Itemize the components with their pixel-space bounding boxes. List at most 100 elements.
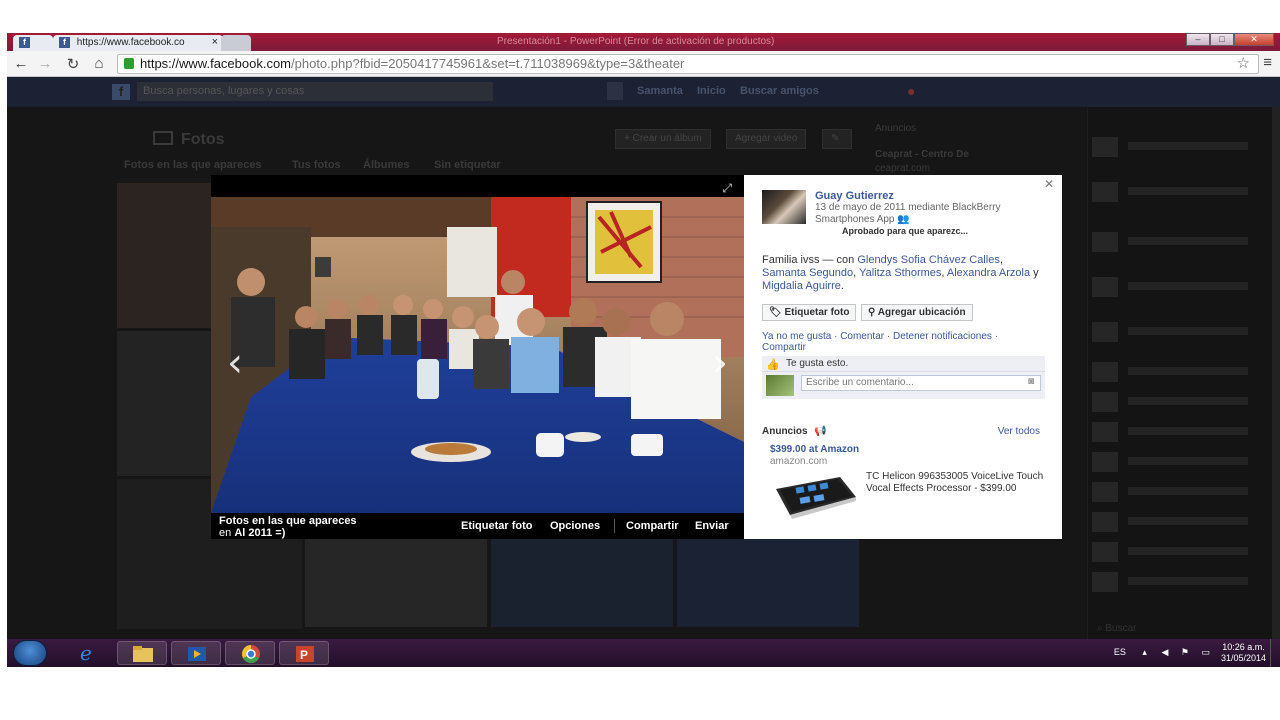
windows-taskbar: e P ES ▴ ◀ ⚑ ▭ 10:26 a.m. 31/05/2014 bbox=[7, 639, 1280, 667]
tagged-person-link[interactable]: Samanta Segundo bbox=[762, 267, 853, 279]
photo-thumbnail[interactable] bbox=[677, 539, 859, 627]
photo-thumbnail[interactable] bbox=[305, 539, 487, 627]
author-avatar[interactable] bbox=[762, 190, 806, 224]
previous-photo-chevron-icon[interactable]: ‹ bbox=[227, 343, 243, 383]
subtab-albums[interactable]: Álbumes bbox=[363, 159, 409, 171]
page-title-text: Fotos bbox=[181, 131, 225, 148]
chat-item[interactable] bbox=[1092, 322, 1272, 344]
add-video-button[interactable]: Agregar video bbox=[726, 129, 807, 149]
tagged-person-link[interactable]: Glendys Sofia Chávez Calles bbox=[857, 254, 999, 266]
chat-item[interactable] bbox=[1092, 392, 1272, 414]
chat-item[interactable] bbox=[1092, 512, 1272, 534]
reload-icon[interactable]: ↻ bbox=[63, 55, 83, 73]
chat-avatar bbox=[1092, 322, 1118, 342]
chat-item[interactable] bbox=[1092, 572, 1272, 594]
chat-item[interactable] bbox=[1092, 362, 1272, 384]
options-link[interactable]: Opciones bbox=[550, 520, 600, 532]
taskbar-media-player[interactable] bbox=[171, 641, 221, 665]
photo-image[interactable] bbox=[211, 197, 744, 513]
action-center-flag-icon[interactable]: ⚑ bbox=[1181, 647, 1189, 657]
send-link[interactable]: Enviar bbox=[695, 520, 729, 532]
find-friends-link[interactable]: Buscar amigos bbox=[740, 85, 819, 97]
chat-item[interactable] bbox=[1092, 232, 1272, 254]
subtab-untagged[interactable]: Sin etiquetar bbox=[434, 159, 501, 171]
chat-item[interactable] bbox=[1092, 182, 1272, 204]
tagged-person-link[interactable]: Yalitza Sthormes bbox=[859, 267, 941, 279]
tagged-person-link[interactable]: Alexandra Arzola bbox=[947, 267, 1030, 279]
page-scrollbar[interactable] bbox=[1272, 107, 1280, 639]
camera-icon[interactable]: ◙ bbox=[1028, 376, 1034, 387]
subtab-your-photos[interactable]: Tus fotos bbox=[292, 159, 341, 171]
volume-icon[interactable]: ◀ bbox=[1161, 647, 1168, 657]
chat-item[interactable] bbox=[1092, 137, 1272, 159]
close-window-button[interactable]: ✕ bbox=[1234, 33, 1274, 46]
chrome-menu-icon[interactable]: ≡ bbox=[1263, 54, 1272, 71]
chat-search-input[interactable]: ⌕ Buscar bbox=[1097, 623, 1137, 634]
dimmed-ad-domain: ceaprat.com bbox=[875, 163, 931, 174]
profile-link[interactable]: Samanta bbox=[637, 85, 683, 97]
post-actions[interactable]: Ya no me gusta · Comentar · Detener noti… bbox=[762, 331, 1032, 353]
forward-icon[interactable]: → bbox=[35, 55, 55, 72]
svg-text:P: P bbox=[300, 648, 308, 662]
facebook-logo-icon[interactable]: f bbox=[112, 84, 130, 100]
minimize-button[interactable]: – bbox=[1186, 33, 1210, 46]
tab-close-icon[interactable]: × bbox=[212, 36, 218, 48]
comment-input[interactable]: Escribe un comentario... ◙ bbox=[801, 375, 1041, 391]
ad-product-image[interactable] bbox=[770, 469, 860, 523]
author-name-link[interactable]: Guay Gutierrez bbox=[815, 190, 894, 202]
facebook-search-input[interactable]: Busca personas, lugares y cosas bbox=[137, 82, 493, 101]
tag-photo-button[interactable]: 🏷 Etiquetar foto bbox=[762, 304, 857, 321]
chat-text bbox=[1128, 427, 1248, 435]
new-tab-button[interactable] bbox=[221, 35, 251, 51]
home-icon[interactable]: ⌂ bbox=[89, 55, 109, 72]
taskbar-powerpoint[interactable]: P bbox=[279, 641, 329, 665]
chat-item[interactable] bbox=[1092, 277, 1272, 299]
ad-title-link[interactable]: $399.00 at Amazon bbox=[770, 444, 859, 455]
expand-icon[interactable]: ⤢ bbox=[722, 181, 732, 196]
photo-thumbnail[interactable] bbox=[117, 331, 212, 476]
taskbar-internet-explorer[interactable]: e bbox=[63, 641, 113, 665]
network-icon[interactable]: ▭ bbox=[1201, 647, 1210, 657]
photo-side-panel: ✕ Guay Gutierrez 13 de mayo de 2011 medi… bbox=[744, 175, 1062, 539]
taskbar-chrome[interactable] bbox=[225, 641, 275, 665]
photo-thumbnail[interactable] bbox=[117, 183, 212, 328]
show-desktop-button[interactable] bbox=[1270, 639, 1280, 667]
album-link[interactable]: Al 2011 =) bbox=[234, 527, 285, 539]
chat-text bbox=[1128, 187, 1248, 195]
chat-avatar bbox=[1092, 392, 1118, 412]
friends-audience-icon[interactable]: 👥 bbox=[897, 214, 909, 225]
clock[interactable]: 10:26 a.m. 31/05/2014 bbox=[1221, 642, 1266, 664]
tab-facebook-pinned[interactable]: f bbox=[13, 35, 53, 51]
language-indicator[interactable]: ES bbox=[1114, 647, 1126, 657]
chat-item[interactable] bbox=[1092, 482, 1272, 504]
album-context-label[interactable]: Fotos en las que apareces bbox=[219, 515, 357, 527]
tab-facebook-photo[interactable]: f https://www.facebook.co × bbox=[53, 35, 223, 51]
voice-processor-image bbox=[776, 477, 856, 519]
home-link[interactable]: Inicio bbox=[697, 85, 726, 97]
subtab-photos-of-you[interactable]: Fotos en las que apareces bbox=[124, 159, 262, 171]
chat-item[interactable] bbox=[1092, 452, 1272, 474]
add-location-button[interactable]: ⚲ Agregar ubicación bbox=[861, 304, 973, 321]
back-icon[interactable]: ← bbox=[11, 55, 31, 72]
close-icon[interactable]: ✕ bbox=[1044, 177, 1054, 191]
start-button[interactable] bbox=[13, 640, 47, 666]
chat-item[interactable] bbox=[1092, 542, 1272, 564]
address-bar[interactable]: https://www.facebook.com/photo.php?fbid=… bbox=[117, 54, 1259, 74]
edit-pencil-icon[interactable]: ✎ bbox=[822, 129, 852, 149]
photo-thumbnail[interactable] bbox=[491, 539, 673, 627]
tag-photo-link[interactable]: Etiquetar foto bbox=[461, 520, 533, 532]
notifications-icon[interactable]: ● bbox=[907, 83, 915, 99]
chat-avatar bbox=[1092, 452, 1118, 472]
share-link[interactable]: Compartir bbox=[626, 520, 679, 532]
next-photo-chevron-icon[interactable]: › bbox=[712, 343, 728, 383]
show-hidden-icons-icon[interactable]: ▴ bbox=[1142, 647, 1147, 657]
tagged-person-link[interactable]: Migdalia Aguirre bbox=[762, 280, 841, 292]
maximize-button[interactable]: □ bbox=[1210, 33, 1234, 46]
taskbar-file-explorer[interactable] bbox=[117, 641, 167, 665]
chat-item[interactable] bbox=[1092, 422, 1272, 444]
bookmark-star-icon[interactable]: ☆ bbox=[1237, 54, 1250, 72]
profile-avatar[interactable] bbox=[607, 82, 623, 100]
create-album-button[interactable]: + Crear un álbum bbox=[615, 129, 711, 149]
see-all-ads-link[interactable]: Ver todos bbox=[998, 426, 1040, 437]
approved-label[interactable]: Aprobado para que aparezc... bbox=[842, 226, 968, 236]
